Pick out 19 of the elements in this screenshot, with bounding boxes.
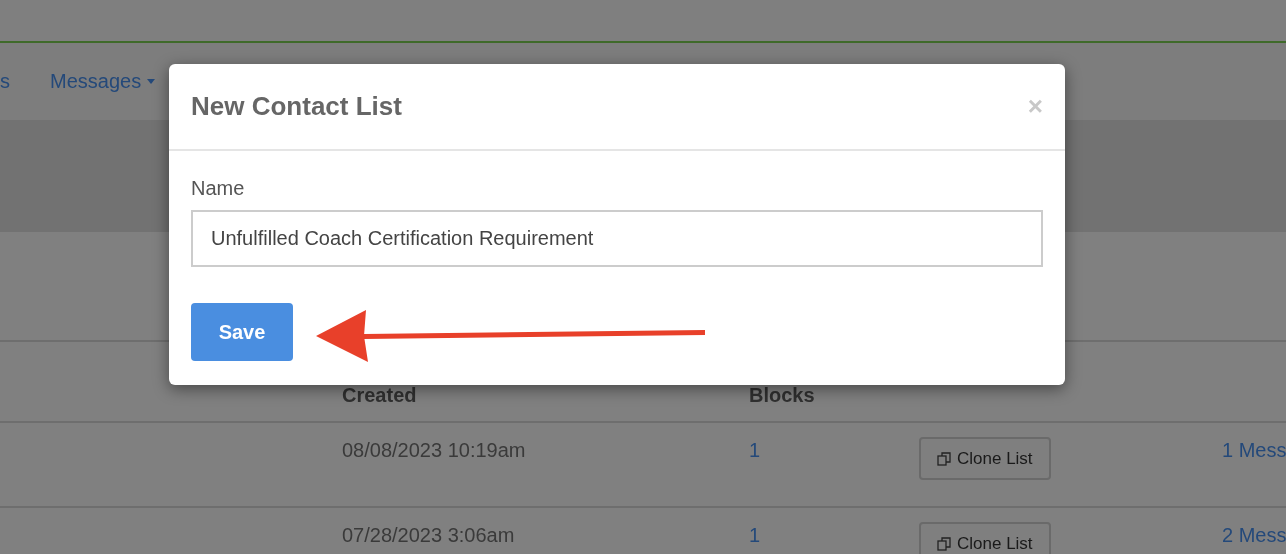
copy-icon [937, 452, 951, 466]
save-button[interactable]: Save [191, 303, 293, 361]
message-count-link[interactable]: 1 Mess [1222, 423, 1286, 506]
blocks-link[interactable]: 1 [749, 423, 919, 506]
name-input[interactable]: Unfulfilled Coach Certification Requirement [191, 210, 1043, 267]
modal-title: New Contact List [191, 91, 402, 122]
clone-list-button[interactable]: Clone List [919, 522, 1051, 554]
clone-list-button[interactable]: Clone List [919, 437, 1051, 480]
close-button[interactable]: × [1027, 91, 1043, 122]
table-cell-text: 08/08/2023 10:19am [342, 438, 527, 463]
blocks-link[interactable]: 1 [749, 508, 919, 554]
copy-icon [937, 537, 951, 551]
message-count-link[interactable]: 2 Mess [1222, 508, 1286, 554]
nav-link[interactable]: Messages [50, 70, 156, 93]
field-label: Name [191, 177, 245, 200]
table-cell-text: 07/28/2023 3:06am [342, 523, 516, 548]
column-header: Blocks [749, 384, 816, 407]
column-header: Created [342, 384, 418, 407]
nav-link[interactable]: s [0, 70, 10, 93]
